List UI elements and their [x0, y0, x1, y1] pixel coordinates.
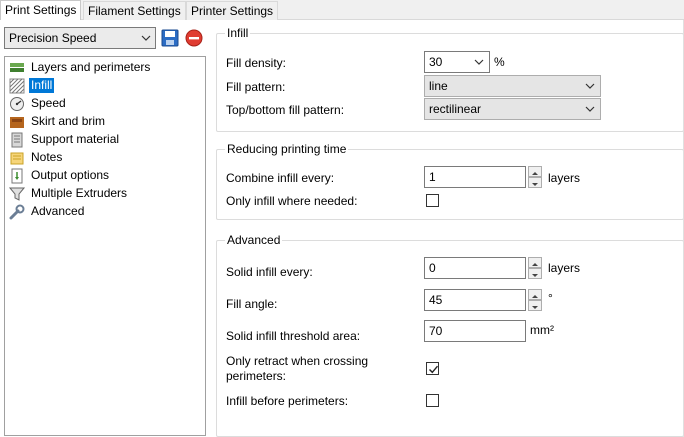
notes-icon: [9, 150, 25, 166]
only-infill-needed-label: Only infill where needed:: [226, 194, 358, 208]
fill-angle-input[interactable]: 45: [424, 289, 526, 311]
delete-icon: [185, 29, 203, 47]
solid-infill-threshold-unit: mm²: [530, 323, 554, 337]
solid-infill-every-stepper[interactable]: [528, 257, 542, 279]
fill-density-label: Fill density:: [226, 56, 287, 70]
chevron-down-icon: [141, 35, 151, 41]
fill-pattern-label: Fill pattern:: [226, 80, 286, 94]
chevron-down-icon: [585, 83, 595, 89]
tree-item-advanced[interactable]: Advanced: [9, 203, 86, 220]
tree-item-support-material[interactable]: Support material: [9, 131, 121, 148]
chevron-down-icon: [474, 59, 484, 65]
fill-density-unit: %: [494, 55, 505, 69]
output-options-icon: [9, 168, 25, 184]
tree-item-infill[interactable]: Infill: [9, 77, 55, 94]
fill-angle-unit: °: [548, 291, 553, 305]
only-infill-needed-checkbox[interactable]: [426, 194, 439, 207]
solid-infill-threshold-label: Solid infill threshold area:: [226, 329, 361, 343]
tree-item-multiple-extruders[interactable]: Multiple Extruders: [9, 185, 129, 202]
combine-infill-unit: layers: [548, 171, 581, 185]
only-retract-label-line2: perimeters:: [226, 369, 287, 383]
reducing-group-title: Reducing printing time: [227, 142, 347, 156]
solid-infill-threshold-input[interactable]: 70: [424, 320, 526, 342]
top-bottom-fill-pattern-select[interactable]: rectilinear: [424, 98, 601, 120]
stepper-down-icon: [532, 306, 538, 309]
fill-angle-stepper[interactable]: [528, 289, 542, 311]
tree-item-output-options[interactable]: Output options: [9, 167, 111, 184]
only-retract-checkbox[interactable]: [426, 362, 439, 375]
combine-infill-stepper[interactable]: [528, 166, 542, 188]
infill-settings-panel: Infill Fill density: 30 % Fill pattern: …: [210, 20, 684, 437]
speed-gauge-icon: [9, 96, 25, 112]
infill-icon: [9, 78, 25, 94]
infill-before-perimeters-label: Infill before perimeters:: [226, 394, 349, 408]
skirt-brim-icon: [9, 114, 25, 130]
settings-tab-bar: Print Settings Filament Settings Printer…: [0, 0, 684, 21]
solid-infill-every-label: Solid infill every:: [226, 265, 313, 279]
checkmark-icon: [429, 365, 439, 374]
tab-printer-settings[interactable]: Printer Settings: [186, 1, 279, 21]
settings-category-tree: Layers and perimeters Infill Speed Skirt…: [4, 56, 206, 436]
advanced-group-title: Advanced: [227, 233, 281, 247]
wrench-icon: [9, 204, 25, 220]
tab-print-settings[interactable]: Print Settings: [0, 0, 82, 21]
preset-value: Precision Speed: [9, 31, 97, 45]
funnel-icon: [9, 186, 25, 202]
tree-item-speed[interactable]: Speed: [9, 95, 68, 112]
tree-item-layers-perimeters[interactable]: Layers and perimeters: [9, 59, 152, 76]
top-bottom-fill-pattern-label: Top/bottom fill pattern:: [226, 103, 345, 117]
fill-pattern-select[interactable]: line: [424, 75, 601, 97]
infill-before-perimeters-checkbox[interactable]: [426, 394, 439, 407]
fill-angle-label: Fill angle:: [226, 297, 278, 311]
solid-infill-every-input[interactable]: 0: [424, 257, 526, 279]
save-preset-button[interactable]: [160, 28, 180, 48]
support-material-icon: [9, 132, 25, 148]
combine-infill-label: Combine infill every:: [226, 171, 335, 185]
tree-item-notes[interactable]: Notes: [9, 149, 64, 166]
infill-group-title: Infill: [227, 26, 249, 40]
stepper-down-icon: [532, 274, 538, 277]
preset-select[interactable]: Precision Speed: [4, 27, 156, 49]
layers-icon: [9, 60, 25, 76]
solid-infill-every-unit: layers: [548, 261, 581, 275]
stepper-down-icon: [532, 183, 538, 186]
left-panel: Precision Speed Layers and perimeters In…: [0, 20, 210, 437]
fill-density-combo[interactable]: 30: [424, 51, 490, 73]
only-retract-label-line1: Only retract when crossing: [226, 354, 369, 368]
tree-item-skirt-brim[interactable]: Skirt and brim: [9, 113, 107, 130]
combine-infill-input[interactable]: 1: [424, 166, 526, 188]
chevron-down-icon: [585, 106, 595, 112]
tab-filament-settings[interactable]: Filament Settings: [83, 1, 186, 21]
delete-preset-button[interactable]: [184, 28, 204, 48]
save-icon: [161, 29, 179, 47]
